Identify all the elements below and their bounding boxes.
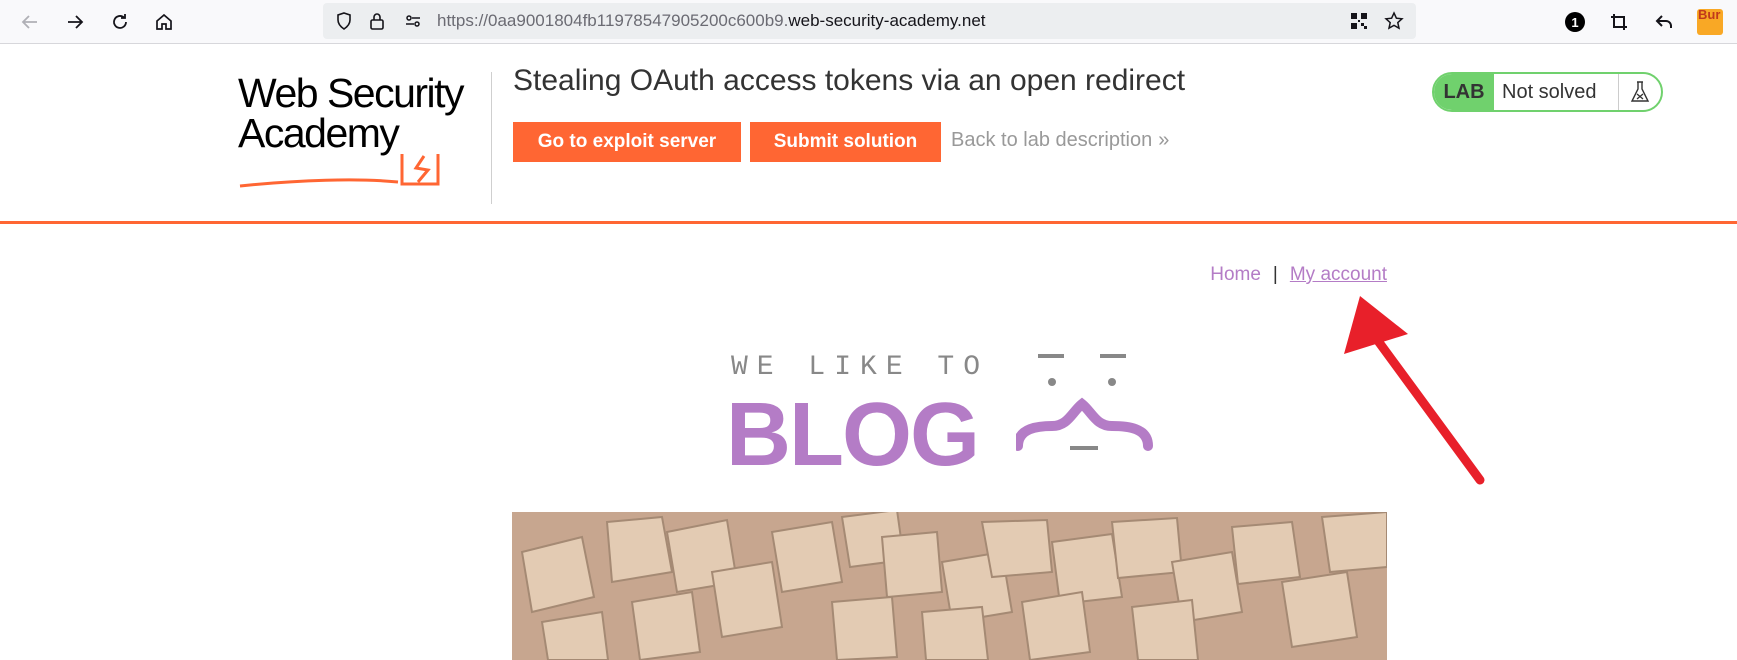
forward-button[interactable] [59, 6, 91, 38]
blog-face-graphic [1016, 354, 1153, 451]
arrow-right-icon [68, 15, 84, 29]
logo-divider [491, 72, 492, 204]
crop-icon [1611, 14, 1627, 30]
crop-button[interactable] [1603, 6, 1635, 38]
top-nav: Home | My account [1210, 264, 1387, 286]
reload-icon [113, 14, 127, 29]
nav-my-account-link[interactable]: My account [1290, 264, 1387, 285]
blog-tagline: WE LIKE TO [731, 352, 990, 383]
back-button[interactable] [14, 6, 46, 38]
nav-separator: | [1272, 264, 1278, 285]
web-security-academy-logo[interactable]: Web Security Academy [238, 70, 488, 205]
reload-button[interactable] [104, 6, 136, 38]
double-chevron-right-icon: » [1158, 129, 1170, 151]
lab-status-text: Not solved [1502, 80, 1597, 103]
submit-solution-button[interactable]: Submit solution [750, 122, 941, 162]
url-prefix: https://0aa9001804fb11978547905200c600b9… [437, 11, 789, 30]
extension-badge: 1 [1565, 12, 1585, 32]
nav-home-link[interactable]: Home [1210, 264, 1261, 285]
wooden-blocks-image [512, 512, 1387, 660]
burp-label: Bur [1698, 7, 1721, 22]
undo-icon [1655, 15, 1672, 28]
lab-title: Stealing OAuth access tokens via an open… [513, 64, 1186, 97]
lab-status-widget: LAB Not solved [1432, 72, 1663, 112]
url-bar[interactable]: https://0aa9001804fb11978547905200c600b9… [323, 3, 1416, 39]
url-text[interactable]: https://0aa9001804fb11978547905200c600b9… [437, 11, 986, 31]
go-to-exploit-server-button[interactable]: Go to exploit server [513, 122, 741, 162]
back-to-lab-description-link[interactable]: Back to lab description» [951, 129, 1169, 152]
arrow-left-icon [21, 15, 37, 29]
logo-line2: Academy [238, 110, 400, 156]
lab-badge: LAB [1434, 74, 1494, 110]
blog-hero-image [512, 512, 1387, 660]
undo-button[interactable] [1648, 6, 1680, 38]
extension-button[interactable]: 1 [1559, 6, 1591, 38]
flask-icon [1618, 74, 1661, 110]
home-button[interactable] [148, 6, 180, 38]
shield-icon[interactable] [334, 11, 354, 31]
annotation-arrow [1344, 296, 1485, 485]
lab-header: Web Security Academy Stealing OAuth acce… [0, 44, 1737, 224]
url-domain: web-security-academy.net [788, 11, 986, 30]
browser-toolbar: https://0aa9001804fb11978547905200c600b9… [0, 0, 1737, 44]
star-icon[interactable] [1384, 11, 1404, 31]
burp-extension-button[interactable]: Bur [1694, 6, 1726, 38]
permissions-icon[interactable] [403, 11, 423, 31]
lock-icon[interactable] [367, 11, 387, 31]
back-link-label: Back to lab description [951, 129, 1153, 151]
burp-icon: Bur [1697, 7, 1723, 35]
blog-word: BLOG [726, 385, 980, 485]
home-icon [156, 13, 172, 30]
qr-code-icon[interactable] [1349, 11, 1369, 31]
blog-banner: WE LIKE TO BLOG [726, 346, 1176, 485]
logo-graphic [239, 154, 440, 188]
